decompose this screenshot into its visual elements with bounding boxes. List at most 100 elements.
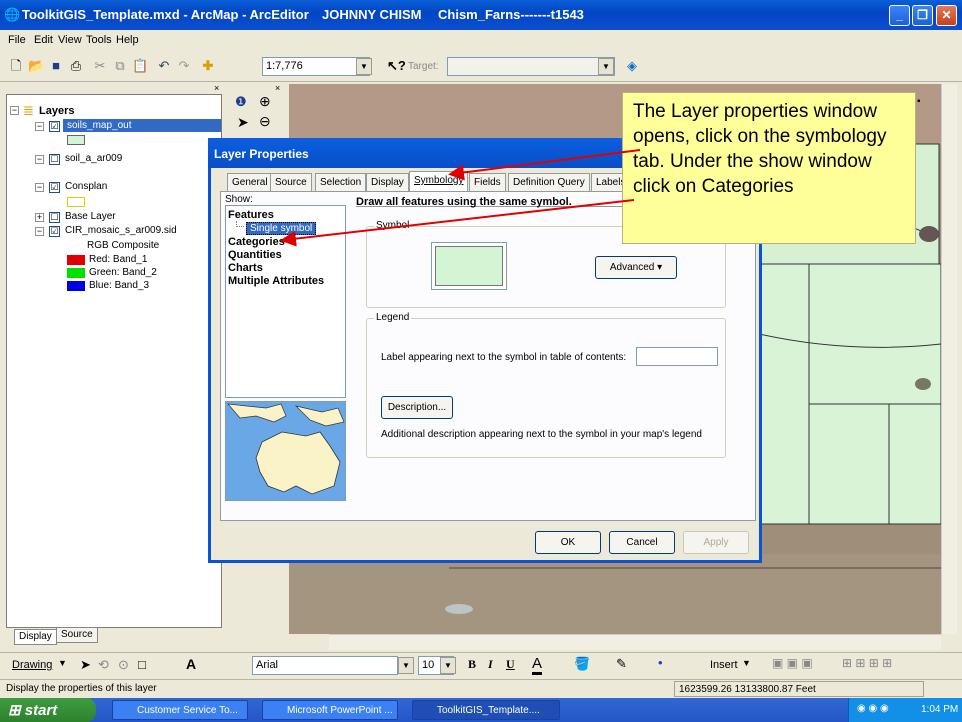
font-select[interactable]: Arial xyxy=(252,656,398,675)
print-icon[interactable]: ⎙ xyxy=(68,58,84,74)
layer-consplan[interactable]: Consplan xyxy=(65,181,107,192)
zoom-page-icon[interactable]: ⊙ xyxy=(118,657,129,673)
tab-general[interactable]: General xyxy=(227,173,273,191)
layer-soil-a-ar009[interactable]: soil_a_ar009 xyxy=(65,153,122,164)
chevron-down-icon[interactable]: ▼ xyxy=(440,657,456,674)
layer-checkbox[interactable]: ☑ xyxy=(49,226,60,237)
rotate-icon[interactable]: ⟲ xyxy=(98,657,109,673)
taskbar-item-customer-service[interactable]: Customer Service To... xyxy=(112,700,248,720)
menu-help[interactable]: Help xyxy=(116,34,139,46)
bold-icon[interactable]: B xyxy=(468,657,476,672)
tab-display[interactable]: Display xyxy=(366,173,409,191)
close-icon[interactable]: × xyxy=(214,83,219,93)
italic-icon[interactable]: I xyxy=(488,657,493,672)
target-select[interactable] xyxy=(447,57,615,76)
expand-icon[interactable]: + xyxy=(35,213,44,222)
advanced-button[interactable]: Advanced ▾ xyxy=(595,256,677,279)
show-item-single-symbol[interactable]: Single symbol xyxy=(246,222,317,235)
show-item-quantities[interactable]: Quantities xyxy=(228,249,282,261)
select-elements-icon[interactable]: ➤ xyxy=(237,114,249,131)
start-button[interactable]: ⊞ start xyxy=(0,698,96,722)
chevron-down-icon[interactable]: ▼ xyxy=(356,58,372,75)
layer-soils-map-out[interactable]: soils_map_out xyxy=(63,119,221,132)
layer-checkbox[interactable]: ☑ xyxy=(49,182,60,193)
symbol-button[interactable] xyxy=(431,242,507,290)
chevron-down-icon[interactable]: ▼ xyxy=(598,58,614,75)
whats-this-icon[interactable]: ↖? xyxy=(387,58,406,74)
layer-checkbox[interactable]: ☑ xyxy=(49,121,60,132)
editor-icon[interactable]: ◈ xyxy=(624,58,640,74)
open-folder-icon[interactable]: 📂 xyxy=(28,58,44,74)
font-color-icon[interactable]: A xyxy=(532,655,543,675)
menu-view[interactable]: View xyxy=(58,34,82,46)
ok-button[interactable]: OK xyxy=(535,531,601,554)
tab-source[interactable]: Source xyxy=(56,627,98,643)
save-icon[interactable]: ■ xyxy=(48,58,64,74)
zoom-out-icon[interactable]: ⊖ xyxy=(259,113,271,130)
vertical-scrollbar[interactable] xyxy=(941,84,957,634)
tab-definition-query[interactable]: Definition Query xyxy=(508,173,590,191)
group-icon[interactable]: ▣ ▣ ▣ xyxy=(772,656,813,670)
tab-selection[interactable]: Selection xyxy=(315,173,367,191)
layer-base-layer[interactable]: Base Layer xyxy=(65,211,116,222)
align-icon[interactable]: ⊞ ⊞ ⊞ ⊞ xyxy=(842,656,892,670)
legend-label-input[interactable] xyxy=(636,347,718,366)
tab-symbology[interactable]: Symbology xyxy=(409,171,469,191)
collapse-icon[interactable]: − xyxy=(35,122,44,131)
add-data-icon[interactable]: ✚ xyxy=(200,58,216,74)
show-item-charts[interactable]: Charts xyxy=(228,262,263,274)
collapse-icon[interactable]: − xyxy=(10,106,19,115)
marker-color-icon[interactable]: • xyxy=(658,655,663,670)
close-icon[interactable]: × xyxy=(275,83,280,93)
layer-cir-mosaic[interactable]: CIR_mosaic_s_ar009.sid xyxy=(65,225,177,236)
cancel-button[interactable]: Cancel xyxy=(609,531,675,554)
tray-icons[interactable]: ◉ ◉ ◉ xyxy=(857,703,889,714)
insert-menu[interactable]: Insert xyxy=(710,659,738,671)
rectangle-icon[interactable]: □ xyxy=(138,657,146,672)
menu-edit[interactable]: Edit xyxy=(34,34,53,46)
tab-source[interactable]: Source xyxy=(270,173,312,191)
identify-icon[interactable]: ❶ xyxy=(235,94,247,110)
red-band-swatch xyxy=(67,255,85,265)
close-button[interactable]: ✕ xyxy=(936,5,957,26)
chevron-down-icon[interactable]: ▼ xyxy=(398,657,414,674)
symbol-swatch[interactable] xyxy=(67,197,85,207)
show-item-multiple-attributes[interactable]: Multiple Attributes xyxy=(228,275,324,287)
tab-display[interactable]: Display xyxy=(14,629,57,645)
minimize-button[interactable]: _ xyxy=(889,5,910,26)
cut-icon[interactable]: ✂ xyxy=(92,58,108,74)
zoom-in-icon[interactable]: ⊕ xyxy=(259,93,271,110)
collapse-icon[interactable]: − xyxy=(35,155,44,164)
horizontal-scrollbar[interactable] xyxy=(329,634,941,650)
copy-icon[interactable]: ⧉ xyxy=(112,58,128,74)
paste-icon[interactable]: 📋 xyxy=(132,58,148,74)
restore-button[interactable]: ❐ xyxy=(912,5,933,26)
menu-tools[interactable]: Tools xyxy=(86,34,112,46)
layer-checkbox[interactable]: ☐ xyxy=(49,154,60,165)
apply-button[interactable]: Apply xyxy=(683,531,749,554)
show-item-features[interactable]: Features xyxy=(228,209,274,221)
new-document-icon[interactable]: 🗋 xyxy=(8,58,24,74)
symbol-swatch[interactable] xyxy=(67,135,85,145)
map-scale-field[interactable]: 1:7,776 xyxy=(262,57,370,76)
underline-icon[interactable]: U xyxy=(506,657,515,672)
chevron-down-icon[interactable]: ▼ xyxy=(742,658,751,668)
tab-fields[interactable]: Fields xyxy=(469,173,506,191)
collapse-icon[interactable]: − xyxy=(35,183,44,192)
line-color-icon[interactable]: ✎ xyxy=(616,656,627,672)
fill-color-icon[interactable]: 🪣 xyxy=(574,656,590,672)
drawing-menu[interactable]: Drawing xyxy=(12,659,52,671)
chevron-down-icon[interactable]: ▼ xyxy=(58,658,67,668)
select-arrow-icon[interactable]: ➤ xyxy=(80,657,91,673)
redo-icon[interactable]: ↷ xyxy=(176,58,192,74)
menu-file[interactable]: File xyxy=(8,34,26,46)
undo-icon[interactable]: ↶ xyxy=(156,58,172,74)
layer-checkbox[interactable]: ☐ xyxy=(49,212,60,223)
taskbar-item-toolkitgis[interactable]: ToolkitGIS_Template.... xyxy=(412,700,560,720)
show-item-categories[interactable]: Categories xyxy=(228,236,285,248)
taskbar-item-powerpoint[interactable]: Microsoft PowerPoint ... xyxy=(262,700,398,720)
collapse-icon[interactable]: − xyxy=(35,227,44,236)
text-tool-icon[interactable]: A xyxy=(186,656,196,672)
description-button[interactable]: Description... xyxy=(381,396,453,419)
tutorial-callout: The Layer properties window opens, click… xyxy=(622,92,916,244)
